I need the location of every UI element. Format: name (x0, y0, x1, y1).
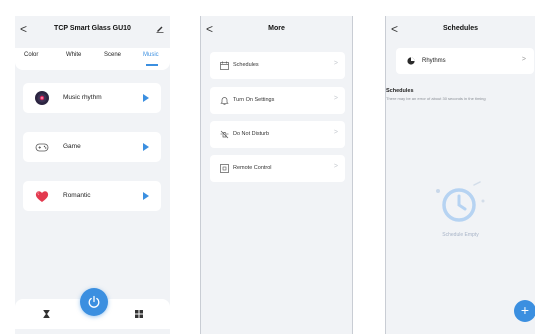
dnd-icon (220, 130, 229, 139)
rhythms-label: Rhythms (422, 58, 446, 64)
chevron-right-icon: > (333, 163, 338, 170)
menu-item-schedules[interactable]: Schedules > (210, 52, 345, 79)
more-screen: < More Schedules > Turn On Settings > Do… (200, 16, 353, 334)
section-title: Schedules (386, 88, 414, 94)
menu-item-turn-on-settings[interactable]: Turn On Settings > (210, 87, 345, 114)
timing-note: There may be an error of about 30 second… (386, 96, 486, 101)
tab-white[interactable]: White (66, 52, 81, 58)
music-screen: < TCP Smart Glass GU10 Color White Scene… (15, 16, 170, 334)
rhythms-item[interactable]: Rhythms > (396, 48, 534, 74)
power-icon (88, 295, 100, 308)
menu-item-do-not-disturb[interactable]: Do Not Disturb > (210, 121, 345, 148)
empty-clock-icon (436, 181, 485, 222)
play-icon[interactable] (143, 143, 149, 151)
play-icon[interactable] (143, 192, 149, 200)
header: < More (201, 16, 352, 48)
active-tab-indicator (146, 64, 158, 66)
game-card[interactable]: Game (23, 132, 161, 162)
mode-tabs: Color White Scene Music (15, 48, 170, 70)
menu-item-label: Turn On Settings (233, 97, 275, 103)
hourglass-icon[interactable] (43, 310, 50, 318)
schedules-screen: < Schedules Rhythms > Schedules There ma… (385, 16, 535, 334)
header: < Schedules (386, 16, 535, 48)
calendar-icon (220, 61, 229, 70)
menu-item-label: Schedules (233, 62, 259, 68)
add-schedule-button[interactable]: + (514, 300, 535, 322)
tab-scene[interactable]: Scene (104, 52, 121, 58)
menu-item-label: Remote Control (233, 165, 272, 171)
card-label: Romantic (63, 192, 91, 199)
romantic-card[interactable]: Romantic (23, 181, 161, 211)
gamepad-icon (35, 143, 49, 152)
vinyl-record-icon (35, 91, 49, 105)
card-label: Game (63, 143, 81, 150)
card-label: Music rhythm (63, 94, 102, 101)
grid-icon[interactable] (135, 310, 143, 318)
menu-item-label: Do Not Disturb (233, 131, 270, 137)
chevron-right-icon: > (333, 60, 338, 67)
power-button[interactable] (80, 288, 108, 316)
chevron-right-icon: > (333, 129, 338, 136)
hearts-icon (35, 191, 49, 202)
rhythm-icon (407, 57, 415, 65)
chevron-right-icon: > (521, 56, 526, 63)
page-title: More (268, 25, 285, 32)
remote-icon (220, 164, 229, 173)
header: < TCP Smart Glass GU10 (15, 16, 170, 48)
edit-icon[interactable] (156, 25, 164, 35)
chevron-right-icon: > (333, 95, 338, 102)
tab-color[interactable]: Color (24, 52, 38, 58)
tab-music[interactable]: Music (143, 52, 159, 58)
page-title: TCP Smart Glass GU10 (54, 25, 131, 32)
play-icon[interactable] (143, 94, 149, 102)
page-title: Schedules (442, 25, 478, 32)
menu-item-remote-control[interactable]: Remote Control > (210, 155, 345, 182)
bell-icon (220, 97, 229, 105)
empty-state-text: Schedule Empty (442, 232, 479, 238)
music-rhythm-card[interactable]: Music rhythm (23, 83, 161, 113)
